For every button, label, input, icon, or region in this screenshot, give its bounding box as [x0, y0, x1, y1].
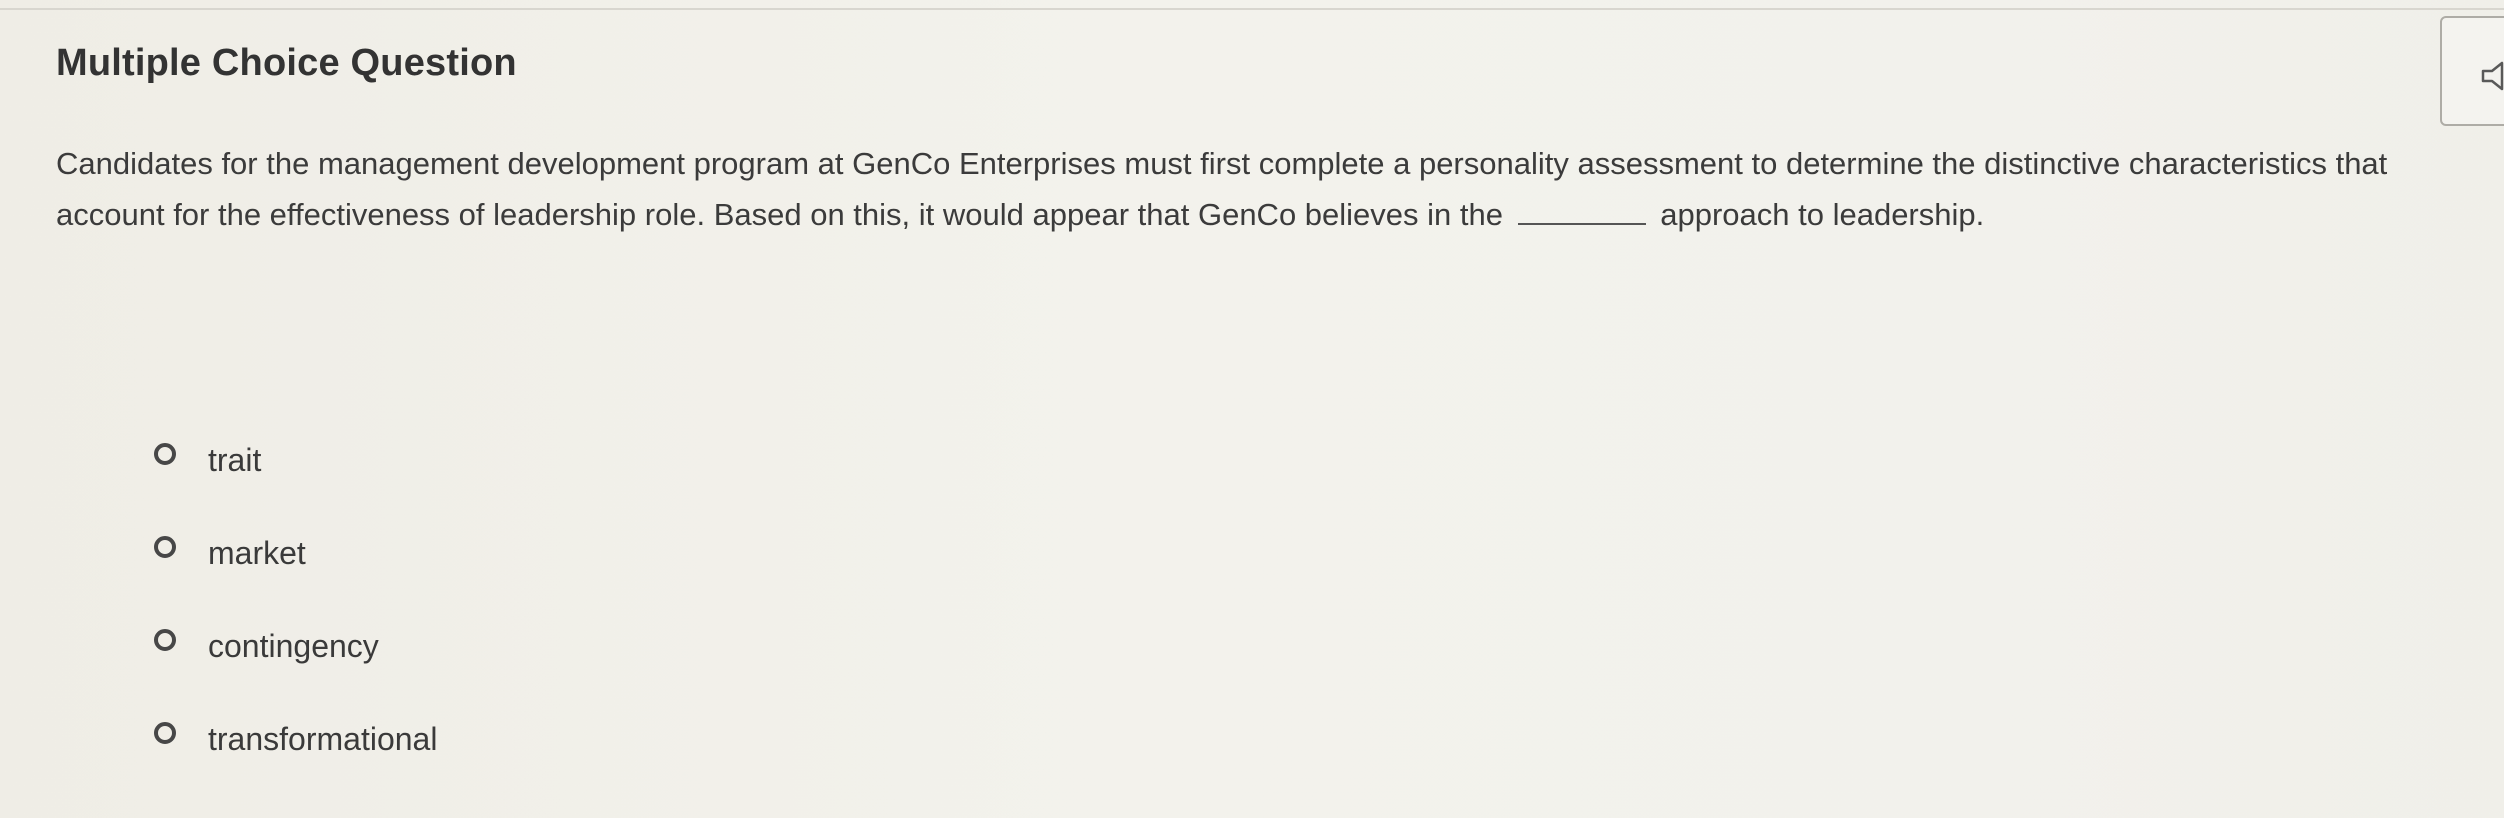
- question-text-before-blank: Candidates for the management developmen…: [56, 146, 2388, 232]
- answer-options: trait market contingency transformationa…: [154, 414, 437, 786]
- option-contingency[interactable]: contingency: [154, 600, 437, 693]
- radio-button[interactable]: [154, 535, 176, 558]
- option-trait[interactable]: trait: [154, 414, 437, 507]
- option-label: contingency: [208, 628, 379, 664]
- question-prompt: Candidates for the management developmen…: [56, 138, 2496, 240]
- option-market[interactable]: market: [154, 507, 437, 600]
- speaker-icon: [2480, 60, 2504, 97]
- top-divider: [0, 8, 2504, 10]
- radio-button[interactable]: [154, 442, 176, 465]
- radio-button[interactable]: [154, 721, 176, 744]
- answer-blank: [1517, 201, 1646, 225]
- option-label: trait: [208, 442, 262, 478]
- read-aloud-button[interactable]: [2440, 16, 2504, 126]
- option-transformational[interactable]: transformational: [154, 693, 437, 786]
- question-title: Multiple Choice Question: [56, 42, 517, 84]
- option-label: transformational: [208, 721, 438, 757]
- question-text-after-blank: approach to leadership.: [1660, 197, 1985, 232]
- option-label: market: [208, 535, 306, 571]
- radio-button[interactable]: [154, 628, 176, 651]
